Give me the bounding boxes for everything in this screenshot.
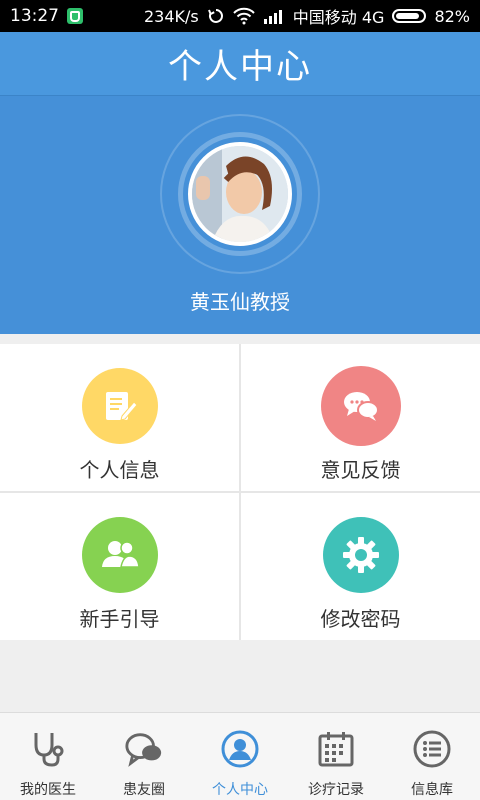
battery-percent: 82% (434, 6, 470, 26)
menu-label: 新手引导 (79, 607, 160, 631)
tab-label: 我的医生 (20, 782, 76, 798)
sync-icon (207, 9, 223, 23)
security-shield-icon (67, 8, 83, 24)
avatar[interactable] (188, 142, 292, 246)
tab-patient-circle[interactable]: 患友圈 (96, 713, 192, 800)
bottom-tab-bar: 我的医生 患友圈 个人中心 诊疗记录 信息库 (0, 712, 480, 800)
chat-icon (125, 733, 162, 767)
users-icon (101, 541, 140, 568)
status-time: 13:27 (10, 6, 59, 26)
avatar-photo (192, 146, 288, 242)
tab-treatment-records[interactable]: 诊疗记录 (288, 713, 384, 800)
tab-label: 诊疗记录 (308, 782, 364, 798)
chat-bubbles-icon (343, 392, 379, 421)
menu-item-change-password[interactable]: 修改密码 (241, 493, 480, 640)
menu-item-personal-info[interactable]: 个人信息 (0, 344, 239, 491)
network-speed: 234K/s (144, 6, 199, 26)
profile-name[interactable]: 黄玉仙教授 (0, 286, 480, 315)
signal-icon (263, 10, 282, 24)
gear-icon (342, 537, 379, 573)
tab-label: 信息库 (411, 782, 453, 798)
menu-label: 修改密码 (320, 607, 401, 631)
menu-label: 意见反馈 (320, 458, 401, 482)
status-bar: 13:27 234K/s 中国移动 4G 82% (0, 0, 480, 32)
calendar-icon (318, 732, 354, 767)
menu-label: 个人信息 (79, 458, 160, 482)
tab-label: 个人中心 (212, 782, 268, 798)
person-icon (221, 730, 259, 768)
tab-my-doctor[interactable]: 我的医生 (0, 713, 96, 800)
page-title: 个人中心 (0, 32, 480, 96)
carrier-label: 中国移动 4G (292, 8, 385, 27)
menu-icon-bg (320, 366, 401, 446)
menu-grid: 个人信息 意见反馈 新手引导 修改密码 (0, 344, 480, 640)
tab-label: 患友圈 (123, 782, 165, 798)
wifi-icon (233, 7, 255, 25)
menu-icon-bg (322, 517, 399, 593)
profile-header: 黄玉仙教授 (0, 96, 480, 334)
menu-item-guide[interactable]: 新手引导 (0, 493, 239, 640)
menu-icon-bg (81, 368, 158, 444)
menu-icon-bg (81, 517, 158, 593)
edit-note-icon (105, 392, 138, 421)
battery-icon (392, 9, 427, 23)
tab-personal-center[interactable]: 个人中心 (192, 713, 288, 800)
stethoscope-icon (34, 733, 64, 767)
tab-info-library[interactable]: 信息库 (384, 713, 480, 800)
menu-item-feedback[interactable]: 意见反馈 (241, 344, 480, 491)
list-icon (413, 730, 451, 768)
